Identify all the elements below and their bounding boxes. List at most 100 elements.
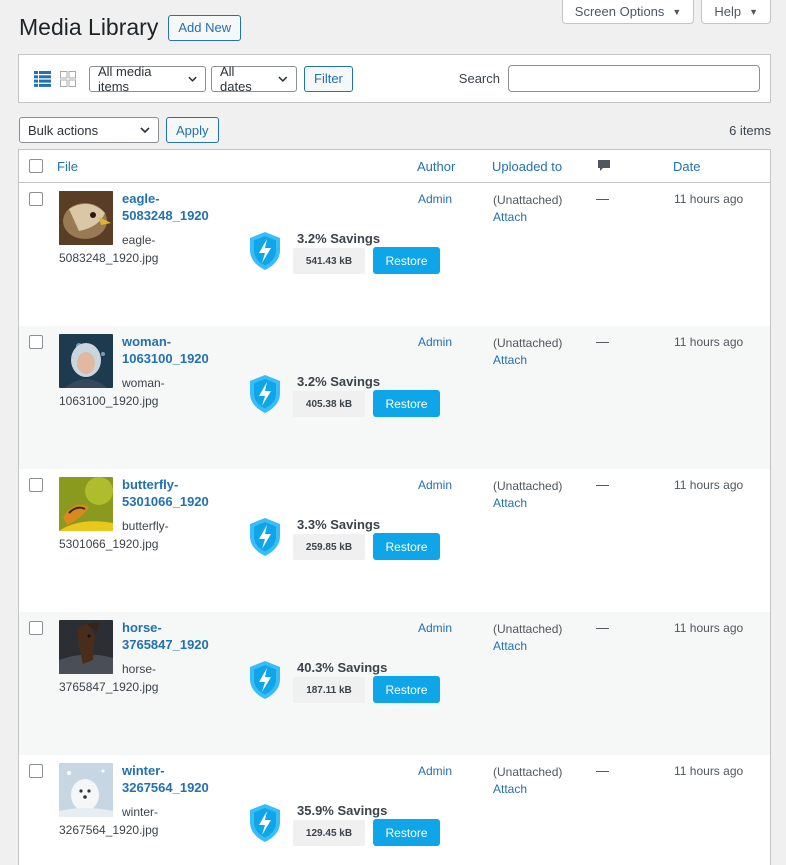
media-type-select[interactable]: All media items (89, 64, 206, 94)
search-input[interactable] (508, 65, 760, 92)
screen-options-label: Screen Options (574, 4, 665, 19)
column-file[interactable]: File (57, 159, 78, 174)
chevron-down-icon (278, 76, 288, 82)
author-link[interactable]: Admin (418, 621, 452, 635)
restore-button[interactable]: Restore (373, 676, 440, 703)
search-label: Search (458, 71, 500, 86)
filename-line-2: 1063100_1920.jpg (59, 393, 159, 408)
savings-text: 35.9% Savings (297, 803, 388, 818)
title-line-1: butterfly- (122, 477, 179, 492)
uploaded-to: (Unattached) Attach (493, 621, 562, 655)
filename: winter- 3267564_1920.jpg (59, 804, 199, 839)
comments-count: — (596, 620, 609, 635)
date-value: All dates (220, 63, 252, 94)
items-count: 6 items (729, 122, 771, 138)
screen-options-tab[interactable]: Screen Options ▼ (561, 0, 695, 24)
title-line-2: 5083248_1920 (122, 208, 209, 223)
uploaded-to: (Unattached) Attach (493, 335, 562, 369)
filter-button[interactable]: Filter (304, 65, 353, 92)
restore-button[interactable]: Restore (373, 819, 440, 846)
filename-line-1: eagle- (122, 233, 156, 247)
filename-line-2: 3267564_1920.jpg (59, 822, 159, 837)
restore-button[interactable]: Restore (373, 247, 440, 274)
upload-date: 11 hours ago (674, 764, 744, 778)
file-size-badge: 187.11 kB (293, 677, 365, 703)
uploaded-status: (Unattached) (493, 622, 563, 636)
uploaded-status: (Unattached) (493, 193, 563, 207)
file-title-link[interactable]: winter- 3267564_1920 (122, 762, 232, 796)
title-line-1: horse- (122, 620, 162, 635)
uploaded-status: (Unattached) (493, 479, 563, 493)
view-switch (33, 70, 77, 88)
attach-link[interactable]: Attach (493, 638, 562, 655)
file-title-link[interactable]: butterfly- 5301066_1920 (122, 476, 232, 510)
date-select[interactable]: All dates (211, 63, 297, 94)
author-link[interactable]: Admin (418, 478, 452, 492)
comment-bubble-icon[interactable] (597, 159, 611, 173)
add-new-button[interactable]: Add New (168, 14, 242, 41)
row-checkbox[interactable] (29, 621, 43, 635)
title-line-1: winter- (122, 763, 165, 778)
author-link[interactable]: Admin (418, 335, 452, 349)
help-label: Help (714, 4, 742, 19)
row-checkbox[interactable] (29, 335, 43, 349)
comments-count: — (596, 477, 609, 492)
comments-count: — (596, 334, 609, 349)
author-link[interactable]: Admin (418, 192, 452, 206)
file-size-badge: 259.85 kB (293, 534, 365, 560)
restore-button[interactable]: Restore (373, 390, 440, 417)
attach-link[interactable]: Attach (493, 352, 562, 369)
uploaded-to: (Unattached) Attach (493, 192, 562, 226)
lightning-shield-icon (250, 232, 280, 270)
list-view-icon[interactable] (33, 70, 51, 88)
grid-view-icon[interactable] (59, 70, 77, 88)
bulk-actions-select[interactable]: Bulk actions (19, 117, 159, 143)
author-link[interactable]: Admin (418, 764, 452, 778)
title-line-1: woman- (122, 334, 172, 349)
select-all-checkbox[interactable] (29, 159, 43, 173)
column-uploaded-to[interactable]: Uploaded to (492, 159, 562, 174)
filename: eagle- 5083248_1920.jpg (59, 232, 199, 267)
attach-link[interactable]: Attach (493, 495, 562, 512)
caret-down-icon: ▼ (749, 6, 758, 17)
upload-date: 11 hours ago (674, 621, 744, 635)
restore-button[interactable]: Restore (373, 533, 440, 560)
filename-line-1: winter- (122, 805, 159, 819)
row-checkbox[interactable] (29, 478, 43, 492)
screen-meta-links: Screen Options ▼ Help ▼ (561, 0, 771, 24)
comments-count: — (596, 763, 609, 778)
media-filter-bar: All media items All dates Filter Search (18, 54, 771, 103)
filename-line-1: woman- (122, 376, 165, 390)
row-checkbox[interactable] (29, 192, 43, 206)
apply-button[interactable]: Apply (166, 117, 219, 143)
help-tab[interactable]: Help ▼ (701, 0, 771, 24)
row-checkbox[interactable] (29, 764, 43, 778)
uploaded-status: (Unattached) (493, 336, 563, 350)
page-title: Media Library (19, 14, 159, 40)
savings-text: 3.2% Savings (297, 231, 381, 246)
chevron-down-icon (188, 76, 197, 82)
search-box: Search (459, 65, 760, 92)
file-title-link[interactable]: woman- 1063100_1920 (122, 333, 232, 367)
file-size-badge: 405.38 kB (293, 391, 365, 417)
attach-link[interactable]: Attach (493, 209, 562, 226)
upload-date: 11 hours ago (674, 192, 744, 206)
title-line-2: 1063100_1920 (122, 351, 209, 366)
file-title-link[interactable]: eagle- 5083248_1920 (122, 190, 232, 224)
uploaded-to: (Unattached) Attach (493, 478, 562, 512)
table-row: eagle- 5083248_1920 eagle- 5083248_1920.… (19, 183, 770, 326)
table-row: butterfly- 5301066_1920 butterfly- 53010… (19, 469, 770, 612)
column-date[interactable]: Date (673, 159, 700, 174)
filename: horse- 3765847_1920.jpg (59, 661, 199, 696)
lightning-shield-icon (250, 804, 280, 842)
savings-text: 3.3% Savings (297, 517, 381, 532)
bulk-actions-bar: Bulk actions Apply 6 items (19, 117, 771, 143)
filename-line-1: butterfly- (122, 519, 169, 533)
upload-date: 11 hours ago (674, 335, 744, 349)
title-line-2: 3267564_1920 (122, 780, 209, 795)
file-title-link[interactable]: horse- 3765847_1920 (122, 619, 232, 653)
attach-link[interactable]: Attach (493, 781, 562, 798)
savings-text: 40.3% Savings (297, 660, 388, 675)
filename-line-2: 3765847_1920.jpg (59, 679, 159, 694)
table-row: horse- 3765847_1920 horse- 3765847_1920.… (19, 612, 770, 755)
